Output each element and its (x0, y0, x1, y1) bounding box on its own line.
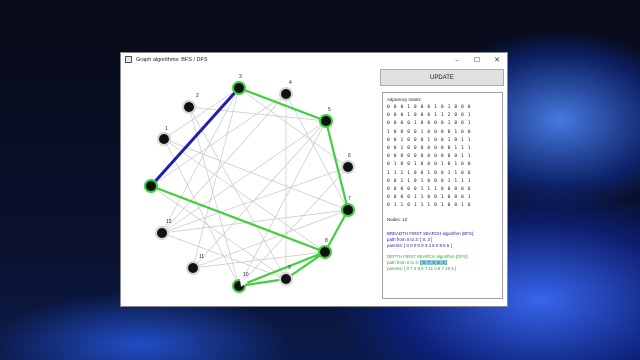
graph-node-start[interactable] (144, 179, 158, 193)
dfs-path-edge (150, 184, 326, 254)
dfs-path-edge (324, 209, 349, 253)
window-title: Graph algorithms: BFS / DFS (136, 56, 208, 63)
graph-node[interactable] (232, 81, 246, 95)
graph-edge (163, 138, 326, 253)
matrix-row: 0 0 0 0 1 1 0 0 1 0 0 0 1 (387, 195, 472, 201)
app-icon (125, 56, 132, 63)
node-label: 2 (196, 93, 199, 99)
matrix-row: 0 1 0 0 1 0 0 0 1 0 1 0 0 (387, 162, 472, 168)
graph-node[interactable] (279, 272, 293, 286)
results-text-panel[interactable]: Adjacency matrix: 0 0 0 1 0 0 0 1 0 1 0 … (382, 92, 503, 299)
graph-node[interactable] (157, 132, 171, 146)
graph-node[interactable] (155, 226, 169, 240)
node-label: 12 (166, 219, 172, 225)
node-label: 7 (348, 196, 351, 202)
maximize-icon[interactable]: ☐ (467, 53, 487, 66)
node-label: 8 (325, 238, 328, 244)
matrix-row: 0 0 0 0 0 1 1 1 0 0 0 0 0 (387, 187, 472, 192)
matrix-row: 1 0 0 0 0 1 0 0 0 0 1 0 0 (387, 129, 472, 135)
graph-node[interactable] (279, 87, 293, 101)
update-button[interactable]: UPDATE (380, 69, 504, 86)
graph-edge (285, 93, 349, 211)
minimize-icon[interactable]: – (447, 53, 467, 66)
node-label: 4 (289, 80, 292, 86)
graph-node[interactable] (319, 114, 333, 128)
node-label: 9 (288, 265, 291, 271)
graph-node[interactable] (182, 100, 196, 114)
node-label: 1 (165, 126, 168, 132)
app-window: Graph algorithms: BFS / DFS – ☐ ✕ 123456… (120, 52, 508, 307)
bfs-title: BREADTH FIRST SEARCH algorithm (BFS): (387, 231, 475, 236)
graph-node[interactable] (318, 245, 332, 259)
node-label: 11 (199, 254, 204, 260)
graph-edge (161, 93, 287, 234)
graph-edge (238, 87, 349, 168)
graph-edge (161, 120, 327, 234)
dfs-path: path from 0 to 3: [ 0, 7, 9, 8, 3 ] (387, 260, 448, 265)
nodes-count: Nodes: 13 (387, 217, 408, 222)
dfs-title: DEPTH FIRST SEARCH algorithm (DFS): (387, 254, 469, 259)
matrix-row: 0 0 1 1 0 1 0 0 0 1 1 1 1 (387, 178, 472, 184)
bfs-parents: parents: [ 0 0 0 0 0 3 4 8 0 8 8 6 ] (387, 243, 452, 248)
client-area: 1 2 3 4 5 6 7 8 9 10 11 12 UPDATE Adjacency matrix:… (121, 66, 507, 306)
matrix-row: 0 0 0 0 1 0 0 0 0 1 0 0 1 (387, 121, 472, 127)
matrix-row: 0 0 0 0 0 0 0 0 0 0 0 1 1 (387, 154, 472, 160)
matrix-row: 1 1 1 1 0 0 1 0 0 1 1 0 0 (387, 170, 472, 176)
matrix-row: 0 0 0 1 0 0 0 1 1 2 0 0 1 (387, 113, 472, 119)
matrix-row: 0 0 1 0 0 0 1 0 0 1 0 1 1 (387, 137, 472, 143)
title-bar[interactable]: Graph algorithms: BFS / DFS – ☐ ✕ (121, 53, 507, 66)
graph-canvas[interactable]: 123456789101112 (121, 66, 379, 306)
close-icon[interactable]: ✕ (487, 53, 507, 66)
graph-edge (161, 209, 349, 234)
dfs-parents: parents: [ 0 7 4 8 6 7 11 0 9 7 10 5 ] (387, 266, 457, 271)
node-label: 3 (239, 74, 242, 80)
window-controls: – ☐ ✕ (447, 53, 507, 66)
matrix-row: 0 1 1 0 1 1 1 0 1 0 0 1 0 (387, 203, 472, 209)
matrix-title: Adjacency matrix: (387, 97, 422, 102)
bfs-path: path from 0 to 3: [ 0, 3 ] (387, 237, 433, 242)
graph-node[interactable] (341, 160, 355, 174)
graph-node[interactable] (186, 261, 200, 275)
graph-node[interactable] (341, 203, 355, 217)
dfs-path-prefix: path from 0 to 3: (387, 260, 421, 265)
matrix-row: 0 0 1 0 0 0 0 0 0 0 1 1 1 (387, 146, 472, 151)
dfs-path-highlight: [ 0, 7, 9, 8, 3 ] (420, 260, 448, 265)
node-label: 6 (348, 153, 351, 159)
node-label: 5 (328, 107, 331, 113)
matrix-row: 0 0 0 1 0 0 0 1 0 1 0 0 0 (387, 105, 472, 110)
